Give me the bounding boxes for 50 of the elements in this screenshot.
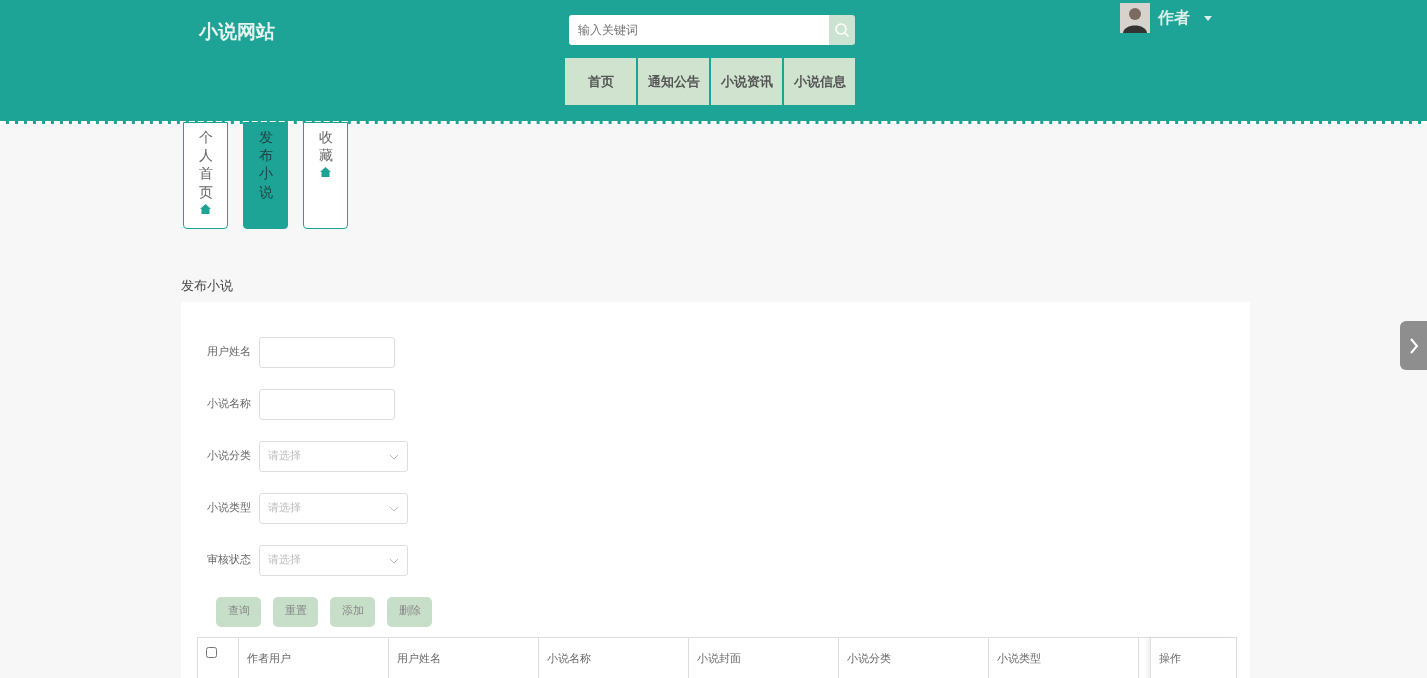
chevron-down-icon [389,453,399,460]
caret-icon[interactable] [1204,15,1212,21]
input-field[interactable] [259,337,395,368]
chevron-right-icon [1408,337,1419,354]
field-label: 用户姓名 [206,344,252,361]
select-field[interactable]: 请选择 [259,493,408,524]
input-field[interactable] [259,389,395,420]
search-button[interactable] [829,15,855,45]
search-icon [834,22,850,38]
house-icon [200,203,211,214]
column-header: 作者用户 [239,637,389,678]
nav-button[interactable]: 首页 [565,58,636,105]
column-header: 小说类型 [989,637,1139,678]
section-title: 发布小说 [181,277,234,295]
site-title[interactable]: 小说网站 [199,17,275,46]
column-header: 用户姓名 [389,637,539,678]
side-tab[interactable]: 发布小说 [243,122,288,229]
house-icon [320,167,331,178]
user-name[interactable]: 作者 [1158,6,1190,30]
avatar-icon[interactable] [1120,3,1150,33]
chevron-down-icon [389,557,399,564]
action-button[interactable]: 添加 [330,596,375,627]
placeholder-text: 请选择 [268,500,301,517]
placeholder-text: 请选择 [268,552,301,569]
expand-tab[interactable] [1400,321,1427,370]
search-field[interactable]: 输入关键词 [569,15,829,45]
select-field[interactable]: 请选择 [259,545,408,576]
column-header: 小说封面 [689,637,839,678]
select-all-checkbox[interactable] [206,646,217,658]
field-label: 小说分类 [206,448,252,465]
action-button[interactable]: 删除 [387,596,432,627]
action-button[interactable]: 查询 [216,596,261,627]
field-label: 审核状态 [206,552,252,569]
column-header: 小说分类 [839,637,989,678]
chevron-down-icon [389,505,399,512]
tab-label: 个人首页 [198,128,213,201]
column-header: 小说名称 [539,637,689,678]
field-label: 小说类型 [206,500,252,517]
field-label: 小说名称 [206,396,252,413]
tab-label: 发布小说 [258,128,273,201]
select-field[interactable]: 请选择 [259,441,408,472]
side-tab[interactable]: 个人首页 [183,122,228,229]
nav-button[interactable]: 通知公告 [638,58,709,105]
nav-button[interactable]: 小说信息 [784,58,855,105]
action-button[interactable]: 重置 [273,596,318,627]
nav-button[interactable]: 小说资讯 [711,58,782,105]
tab-label: 收藏 [318,128,333,165]
side-tab[interactable]: 收藏 [303,122,348,229]
placeholder-text: 请选择 [268,448,301,465]
column-header: 操作 [1150,637,1236,678]
